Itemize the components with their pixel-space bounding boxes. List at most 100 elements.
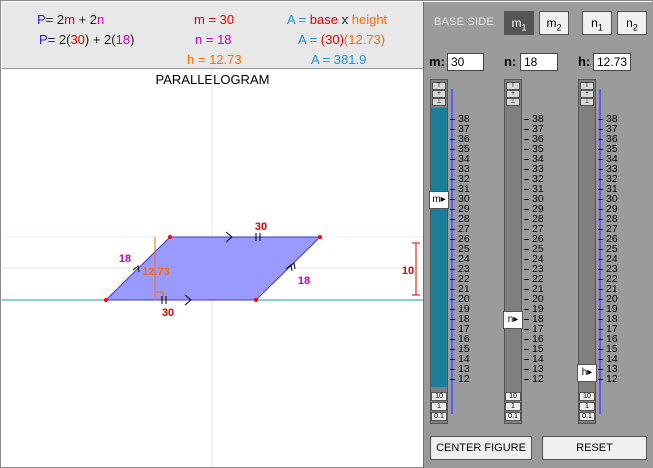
h-slider[interactable]: T + ⊥ 10 1 0.1 h▸	[577, 79, 597, 424]
n-slider-label: n:	[504, 54, 517, 69]
step-size-button-10[interactable]: 10	[505, 392, 521, 401]
n-slider[interactable]: T + ⊥ 10 1 0.1 n▸	[503, 79, 523, 424]
scale-tick-mark	[450, 268, 455, 270]
perimeter-substituted: P= 2(30) + 2(18)	[39, 32, 134, 47]
step-up-button[interactable]: +	[432, 90, 446, 98]
scale-tick-mark	[524, 218, 529, 220]
step-up-button[interactable]: +	[580, 90, 594, 98]
scale-tick-mark	[524, 288, 529, 290]
m-value-display: m = 30	[194, 12, 234, 27]
scale-tick-mark	[598, 258, 603, 260]
center-figure-button[interactable]: CENTER FIGURE	[430, 436, 532, 460]
perimeter2-symbol: P	[39, 32, 48, 47]
n-value-eq: =	[202, 32, 218, 47]
scale-tick-mark	[598, 348, 603, 350]
scale-tick-mark	[524, 378, 529, 380]
geometry-canvas[interactable]: PARALLELOGRAM	[2, 69, 423, 467]
h-value: 12.73	[209, 52, 242, 67]
base-n2-button[interactable]: n2	[617, 11, 647, 35]
vertex-bottom-left[interactable]	[104, 298, 108, 302]
base-n2-main: n	[626, 16, 633, 30]
h-value-input[interactable]	[593, 53, 631, 71]
step-size-button-1[interactable]: 1	[431, 402, 447, 411]
right-side-label: 18	[298, 275, 310, 287]
step-size-button-1[interactable]: 1	[579, 402, 595, 411]
scale-tick-mark	[450, 288, 455, 290]
h-slider-thumb[interactable]: h▸	[577, 363, 597, 382]
scale-tick-mark	[450, 188, 455, 190]
scale-tick-mark	[598, 318, 603, 320]
perimeter2-eq: = 2(	[47, 32, 71, 47]
vertex-top-left[interactable]	[168, 235, 172, 239]
scale-tick-label: 12	[532, 373, 544, 385]
base-n2-sub: 2	[632, 22, 638, 33]
scale-tick-mark	[524, 298, 529, 300]
step-up-button[interactable]: T	[506, 82, 520, 90]
area-formula: A = base x height	[287, 12, 387, 27]
base-n1-sub: 1	[597, 22, 603, 33]
scale-tick-mark	[524, 198, 529, 200]
scale-tick-mark	[524, 138, 529, 140]
step-size-button-0.1[interactable]: 0.1	[579, 412, 595, 421]
scale-tick-mark	[450, 228, 455, 230]
n-slider-thumb[interactable]: n▸	[503, 311, 523, 329]
scale-tick-mark	[598, 188, 603, 190]
scale-tick-mark	[450, 378, 455, 380]
perimeter2-m: 30	[70, 32, 85, 47]
step-size-button-0.1[interactable]: 0.1	[505, 412, 521, 421]
scale-tick-mark	[598, 138, 603, 140]
m-value-label: m	[194, 12, 205, 27]
step-size-button-10[interactable]: 10	[431, 392, 447, 401]
m-value-input[interactable]	[447, 53, 484, 71]
scale-tick: 12	[598, 374, 618, 384]
base-m2-button[interactable]: m2	[539, 11, 569, 35]
scale-tick-mark	[598, 298, 603, 300]
perimeter-symbol: P	[37, 12, 46, 27]
scale-tick-mark	[450, 258, 455, 260]
base-n1-button[interactable]: n1	[582, 11, 612, 35]
n-value: 18	[217, 32, 232, 47]
scale-tick-mark	[598, 358, 603, 360]
scale-tick-mark	[450, 138, 455, 140]
scale-tick-mark	[450, 158, 455, 160]
step-up-button[interactable]: +	[506, 90, 520, 98]
step-up-button[interactable]: ⊥	[506, 98, 520, 106]
scale-tick-mark	[450, 368, 455, 370]
step-up-button[interactable]: T	[580, 82, 594, 90]
step-size-button-0.1[interactable]: 0.1	[431, 412, 447, 421]
scale-tick-mark	[598, 198, 603, 200]
app-window: P= 2m + 2n m = 30 A = base x height P= 2…	[0, 0, 653, 468]
scale-tick-mark	[598, 158, 603, 160]
scale-tick-mark	[598, 128, 603, 130]
scale-tick-label: 12	[606, 373, 618, 385]
step-up-button[interactable]: ⊥	[432, 98, 446, 106]
figure-svg: 30 30 18 18 12.73 10	[2, 69, 423, 467]
n-value-input[interactable]	[520, 53, 558, 71]
base-m1-button[interactable]: m1	[504, 11, 534, 35]
perimeter-eq: = 2	[45, 12, 65, 27]
m-slider-thumb[interactable]: m▸	[429, 191, 449, 209]
step-size-button-10[interactable]: 10	[579, 392, 595, 401]
scale-tick-mark	[450, 148, 455, 150]
scale-tick-mark	[598, 248, 603, 250]
m-slider[interactable]: T + ⊥ 10 1 0.1 m▸	[429, 79, 449, 424]
scale-tick-mark	[598, 368, 603, 370]
vertex-bottom-right[interactable]	[254, 298, 258, 302]
vertex-top-right[interactable]	[318, 235, 322, 239]
scale-tick-mark	[450, 218, 455, 220]
step-size-button-1[interactable]: 1	[505, 402, 521, 411]
base-m2-sub: 2	[556, 22, 562, 33]
scale-tick-mark	[450, 198, 455, 200]
step-up-button[interactable]: ⊥	[580, 98, 594, 106]
scale-tick-mark	[598, 338, 603, 340]
reset-button[interactable]: RESET	[542, 436, 647, 460]
scale-tick-mark	[450, 318, 455, 320]
scale-tick-mark	[524, 228, 529, 230]
scale-tick-mark	[450, 298, 455, 300]
step-up-button[interactable]: T	[432, 82, 446, 90]
scale-tick-mark	[450, 328, 455, 330]
m-value: 30	[219, 12, 235, 27]
scale-tick-mark	[450, 128, 455, 130]
ruler-label: 10	[402, 265, 414, 277]
m-slider-label: m:	[429, 54, 445, 69]
